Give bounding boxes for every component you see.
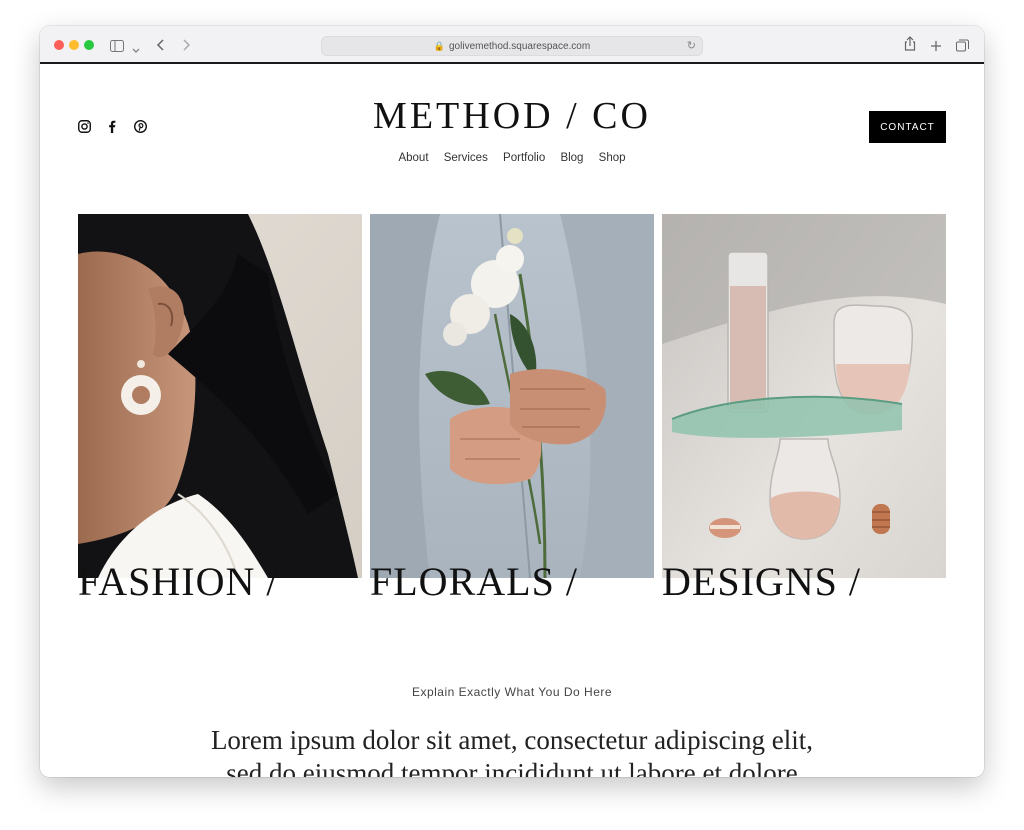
- intro-line-2: sed do eiusmod tempor incididunt ut labo…: [226, 758, 798, 777]
- nav-item-blog[interactable]: Blog: [560, 152, 583, 164]
- site-logo[interactable]: METHOD / CO: [40, 94, 984, 138]
- share-icon[interactable]: [904, 36, 916, 55]
- designs-card-image[interactable]: [662, 214, 946, 578]
- designs-card-label[interactable]: DESIGNS /: [662, 558, 861, 605]
- nav-item-about[interactable]: About: [398, 152, 428, 164]
- section-subheading: Explain Exactly What You Do Here: [411, 685, 613, 699]
- tab-overview-icon[interactable]: [956, 37, 969, 56]
- browser-window: 🔒 golivemethod.squarespace.com ↻ METHOD /…: [40, 26, 984, 777]
- sidebar-toggle-icon[interactable]: [110, 37, 124, 56]
- nav-item-services[interactable]: Services: [444, 152, 488, 164]
- close-window-button[interactable]: [54, 40, 64, 50]
- nav-item-shop[interactable]: Shop: [599, 152, 626, 164]
- back-arrow-icon[interactable]: [156, 37, 166, 56]
- nav-item-portfolio[interactable]: Portfolio: [503, 152, 545, 164]
- contact-button[interactable]: CONTACT: [869, 111, 946, 143]
- forward-arrow-icon[interactable]: [181, 37, 191, 56]
- fashion-card-label[interactable]: FASHION /: [78, 558, 279, 605]
- intro-paragraph: Lorem ipsum dolor sit amet, consectetur …: [180, 724, 844, 777]
- fashion-card-image[interactable]: [78, 214, 362, 578]
- web-page: METHOD / CO About Services Portfolio Blo…: [40, 66, 984, 777]
- chevron-down-icon[interactable]: [132, 39, 140, 58]
- new-tab-icon[interactable]: [930, 37, 942, 56]
- maximize-window-button[interactable]: [84, 40, 94, 50]
- reload-icon[interactable]: ↻: [687, 37, 696, 55]
- main-nav: About Services Portfolio Blog Shop: [40, 152, 984, 164]
- lock-icon: 🔒: [433, 41, 445, 51]
- url-text: golivemethod.squarespace.com: [449, 41, 591, 52]
- intro-line-1: Lorem ipsum dolor sit amet, consectetur …: [210, 725, 814, 755]
- browser-toolbar: 🔒 golivemethod.squarespace.com ↻: [40, 26, 984, 64]
- address-bar[interactable]: 🔒 golivemethod.squarespace.com ↻: [321, 36, 703, 56]
- florals-card-image[interactable]: [370, 214, 654, 578]
- minimize-window-button[interactable]: [69, 40, 79, 50]
- florals-card-label[interactable]: FLORALS /: [370, 558, 578, 605]
